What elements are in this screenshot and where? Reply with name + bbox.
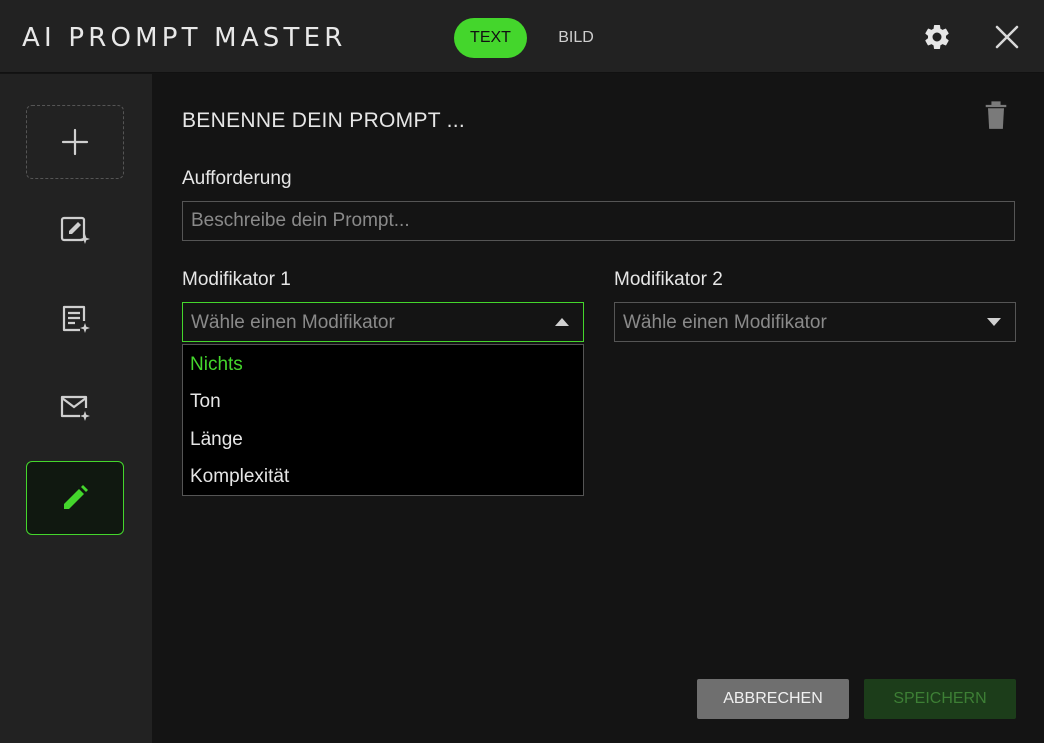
dropdown-option-laenge[interactable]: Länge	[190, 429, 243, 451]
tab-bild[interactable]: BILD	[548, 18, 604, 58]
modifier1-dropdown: Nichts Ton Länge Komplexität	[182, 344, 584, 496]
prompt-name-title[interactable]: BENENNE DEIN PROMPT ...	[182, 109, 465, 133]
tab-text[interactable]: TEXT	[454, 18, 527, 58]
document-sparkle-icon	[62, 305, 90, 333]
modifier2-placeholder: Wähle einen Modifikator	[623, 312, 827, 333]
mail-sparkle-icon	[60, 395, 90, 421]
sidebar-item-pencil[interactable]	[26, 461, 124, 535]
sidebar-item-document[interactable]	[26, 282, 124, 356]
modifier1-placeholder: Wähle einen Modifikator	[191, 312, 395, 333]
modifier1-select[interactable]: Wähle einen Modifikator	[182, 302, 584, 342]
save-button[interactable]: SPEICHERN	[864, 679, 1016, 719]
gear-icon[interactable]	[922, 22, 952, 52]
modifier2-select[interactable]: Wähle einen Modifikator	[614, 302, 1016, 342]
close-icon[interactable]	[992, 22, 1022, 52]
title-bar: AI PROMPT MASTER TEXT BILD	[0, 0, 1044, 73]
dropdown-option-ton[interactable]: Ton	[190, 391, 221, 413]
cancel-button[interactable]: ABBRECHEN	[697, 679, 849, 719]
sidebar-item-add[interactable]	[26, 105, 124, 179]
trash-icon[interactable]	[982, 98, 1010, 130]
pencil-icon	[64, 485, 88, 509]
chevron-up-icon	[555, 318, 569, 326]
chevron-down-icon	[987, 318, 1001, 326]
request-label: Aufforderung	[182, 168, 292, 189]
request-input[interactable]	[182, 201, 1015, 241]
editor-panel: BENENNE DEIN PROMPT ... Aufforderung Mod…	[152, 74, 1044, 743]
modifier2-label: Modifikator 2	[614, 269, 723, 290]
dropdown-option-komplexitaet[interactable]: Komplexität	[190, 466, 289, 488]
sidebar-item-mail[interactable]	[26, 370, 124, 444]
sidebar-item-edit[interactable]	[26, 193, 124, 267]
app-title: AI PROMPT MASTER	[22, 23, 347, 53]
modifier1-label: Modifikator 1	[182, 269, 291, 290]
plus-icon	[61, 128, 89, 156]
edit-sparkle-icon	[60, 216, 90, 244]
dropdown-option-nichts[interactable]: Nichts	[190, 354, 243, 376]
sidebar	[0, 74, 152, 743]
